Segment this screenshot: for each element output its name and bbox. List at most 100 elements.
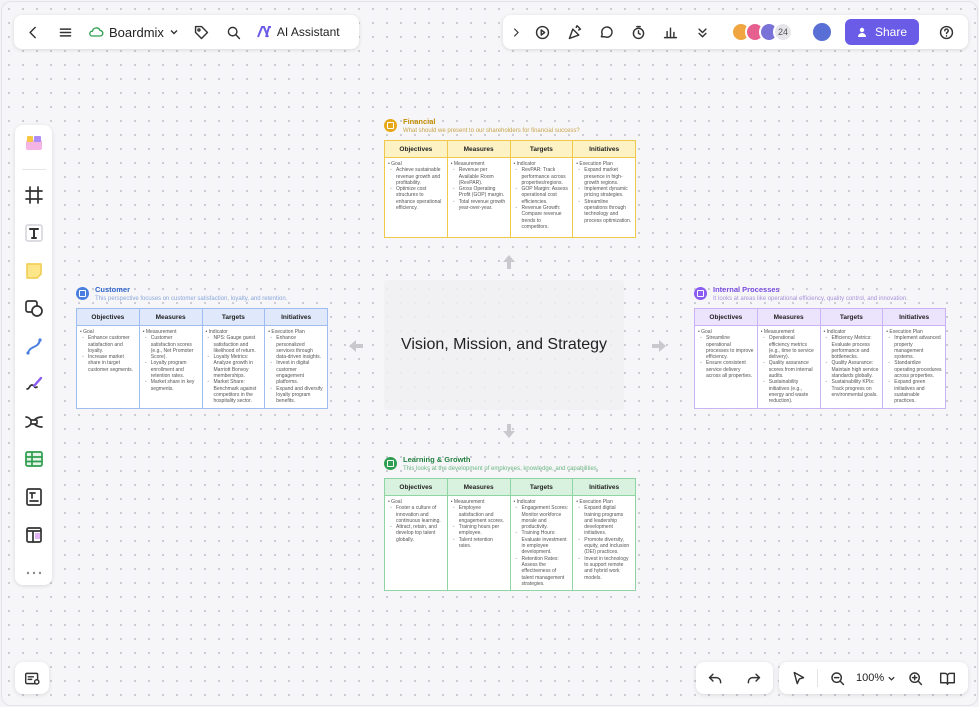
chevron-left-icon	[28, 26, 36, 38]
section-subtitle: It looks at areas like operational effic…	[713, 296, 908, 302]
redo-button[interactable]	[741, 665, 767, 691]
customer-section[interactable]: Customer This perspective focuses on cus…	[76, 285, 328, 409]
zoom-dropdown[interactable]: 100%	[856, 672, 896, 684]
search-icon	[228, 26, 241, 39]
list-item: Enhance customer satisfaction and loyalt…	[80, 335, 136, 354]
present-button[interactable]	[529, 19, 555, 45]
list-item: Operational efficiency metrics (e.g., ti…	[761, 335, 817, 360]
undo-icon	[708, 673, 722, 683]
comment-button[interactable]	[593, 19, 619, 45]
share-label: Share	[875, 25, 908, 39]
text-tool[interactable]	[20, 220, 48, 245]
learning-growth-section[interactable]: Learning & Growth This looks at the deve…	[384, 455, 636, 592]
bsc-table[interactable]: ObjectivesMeasuresTargetsInitiatives Goal…	[384, 140, 636, 238]
table-cell[interactable]: MeasurementOperational efficiency metric…	[756, 325, 821, 409]
mindmap-tool[interactable]	[20, 409, 48, 434]
table-cell[interactable]: GoalFoster a culture of innovation and c…	[384, 494, 448, 592]
list-item: Optimize cost structures to enhance oper…	[388, 186, 444, 211]
bsc-table[interactable]: ObjectivesMeasuresTargetsInitiatives Goal…	[384, 478, 636, 592]
table-cell[interactable]: GoalEnhance customer satisfaction and lo…	[76, 325, 140, 409]
templates-button[interactable]	[20, 131, 48, 156]
list-item: Implement dynamic pricing strategies.	[576, 186, 632, 199]
list-item: NPS: Gauge guest satisfaction and likeli…	[206, 335, 262, 354]
play-icon	[535, 25, 549, 39]
kanban-tool[interactable]	[20, 522, 48, 547]
celebrate-button[interactable]	[561, 19, 587, 45]
connector-tool[interactable]	[20, 334, 48, 359]
shape-tool[interactable]	[20, 296, 48, 321]
table-cell[interactable]: MeasurementEmployee satisfaction and eng…	[446, 494, 511, 592]
party-popper-icon	[568, 24, 581, 39]
table-tool[interactable]	[20, 447, 48, 472]
undo-button[interactable]	[702, 665, 728, 691]
column-header: Targets	[509, 140, 574, 158]
brand-dropdown[interactable]: Boardmix	[84, 25, 183, 40]
double-chevron-down-icon	[697, 27, 707, 37]
list-item: Attract, retain, and develop top talent …	[388, 524, 444, 543]
column-header: Targets	[509, 478, 574, 496]
table-cell[interactable]: GoalAchieve sustainable revenue growth a…	[384, 157, 448, 238]
menu-button[interactable]	[52, 19, 78, 45]
center-node[interactable]: Vision, Mission, and Strategy	[384, 280, 624, 410]
search-button[interactable]	[221, 19, 247, 45]
collaborator-avatars[interactable]: 24	[731, 22, 793, 42]
sticky-note-tool[interactable]	[20, 258, 48, 283]
share-button[interactable]: Share	[845, 19, 920, 45]
zoom-in-button[interactable]	[902, 665, 928, 691]
section-icon	[384, 457, 397, 470]
table-cell[interactable]: Execution PlanEnhance personalized servi…	[264, 325, 328, 409]
list-item: Talent retention rates.	[451, 537, 507, 550]
tag-button[interactable]	[189, 19, 215, 45]
help-button[interactable]	[933, 19, 959, 45]
table-cell[interactable]: Execution PlanExpand digital training pr…	[572, 494, 636, 592]
section-header: Learning & Growth This looks at the deve…	[384, 455, 636, 472]
table-cell[interactable]: IndicatorEfficiency Metrics: Evaluate pr…	[819, 325, 884, 409]
column-header: Initiatives	[572, 478, 636, 496]
top-right-toolbar: 24 Share	[503, 15, 968, 49]
view-panel: 100%	[779, 662, 968, 694]
document-tool[interactable]	[20, 485, 48, 510]
minimap-button[interactable]	[19, 665, 45, 691]
bsc-table[interactable]: ObjectivesMeasuresTargetsInitiatives Goal…	[76, 308, 328, 409]
more-tools-button[interactable]	[689, 19, 715, 45]
pen-tool[interactable]	[20, 371, 48, 396]
section-icon	[694, 287, 707, 300]
connector-icon	[25, 338, 42, 355]
whiteboard-canvas[interactable]: Boardmix AI Assistant 24 Share 100% Visi…	[1, 1, 978, 706]
section-icon	[76, 287, 89, 300]
brand-name: Boardmix	[109, 24, 164, 40]
bsc-table[interactable]: ObjectivesMeasuresTargetsInitiatives Goal…	[694, 308, 946, 409]
section-header: Customer This perspective focuses on cus…	[76, 285, 328, 302]
section-header: Financial What should we present to our …	[384, 117, 636, 134]
section-subtitle: This perspective focuses on customer sat…	[95, 296, 288, 302]
select-tool[interactable]	[785, 665, 811, 691]
collaborator-count[interactable]: 24	[773, 22, 793, 42]
table-cell[interactable]: Execution PlanExpand market presence in …	[572, 157, 636, 238]
book-view-button[interactable]	[934, 665, 960, 691]
list-item: Sustainability KPIs: Track progress on e…	[824, 379, 880, 398]
zoom-out-button[interactable]	[824, 665, 850, 691]
list-item: Employee satisfaction and engagement sco…	[451, 505, 507, 524]
column-header: Objectives	[384, 140, 448, 158]
back-button[interactable]	[20, 19, 46, 45]
frame-tool[interactable]	[20, 183, 48, 208]
collapse-toolbar-button[interactable]	[509, 19, 523, 45]
current-user-avatar[interactable]	[811, 21, 833, 43]
table-cell[interactable]: MeasurementRevenue per Available Room (R…	[446, 157, 511, 238]
sticky-note-icon	[25, 262, 42, 279]
timer-button[interactable]	[625, 19, 651, 45]
ai-assistant-button[interactable]: AI Assistant	[256, 25, 340, 39]
more-tools-button[interactable]	[20, 560, 48, 585]
ai-assistant-label: AI Assistant	[276, 25, 340, 39]
vote-button[interactable]	[657, 19, 683, 45]
table-cell[interactable]: MeasurementCustomer satisfaction scores …	[138, 325, 203, 409]
hamburger-icon	[59, 27, 71, 37]
table-cell[interactable]: IndicatorEngagement Scores: Monitor work…	[509, 494, 574, 592]
table-cell[interactable]: GoalStreamline operational processes to …	[694, 325, 758, 409]
table-cell[interactable]: IndicatorRevPAR: Track performance acros…	[509, 157, 574, 238]
table-cell[interactable]: Execution PlanImplement advanced propert…	[882, 325, 946, 409]
section-subtitle: What should we present to our shareholde…	[403, 128, 580, 134]
table-cell[interactable]: IndicatorNPS: Gauge guest satisfaction a…	[201, 325, 266, 409]
internal-processes-section[interactable]: Internal Processes It looks at areas lik…	[694, 285, 946, 409]
financial-section[interactable]: Financial What should we present to our …	[384, 117, 636, 238]
